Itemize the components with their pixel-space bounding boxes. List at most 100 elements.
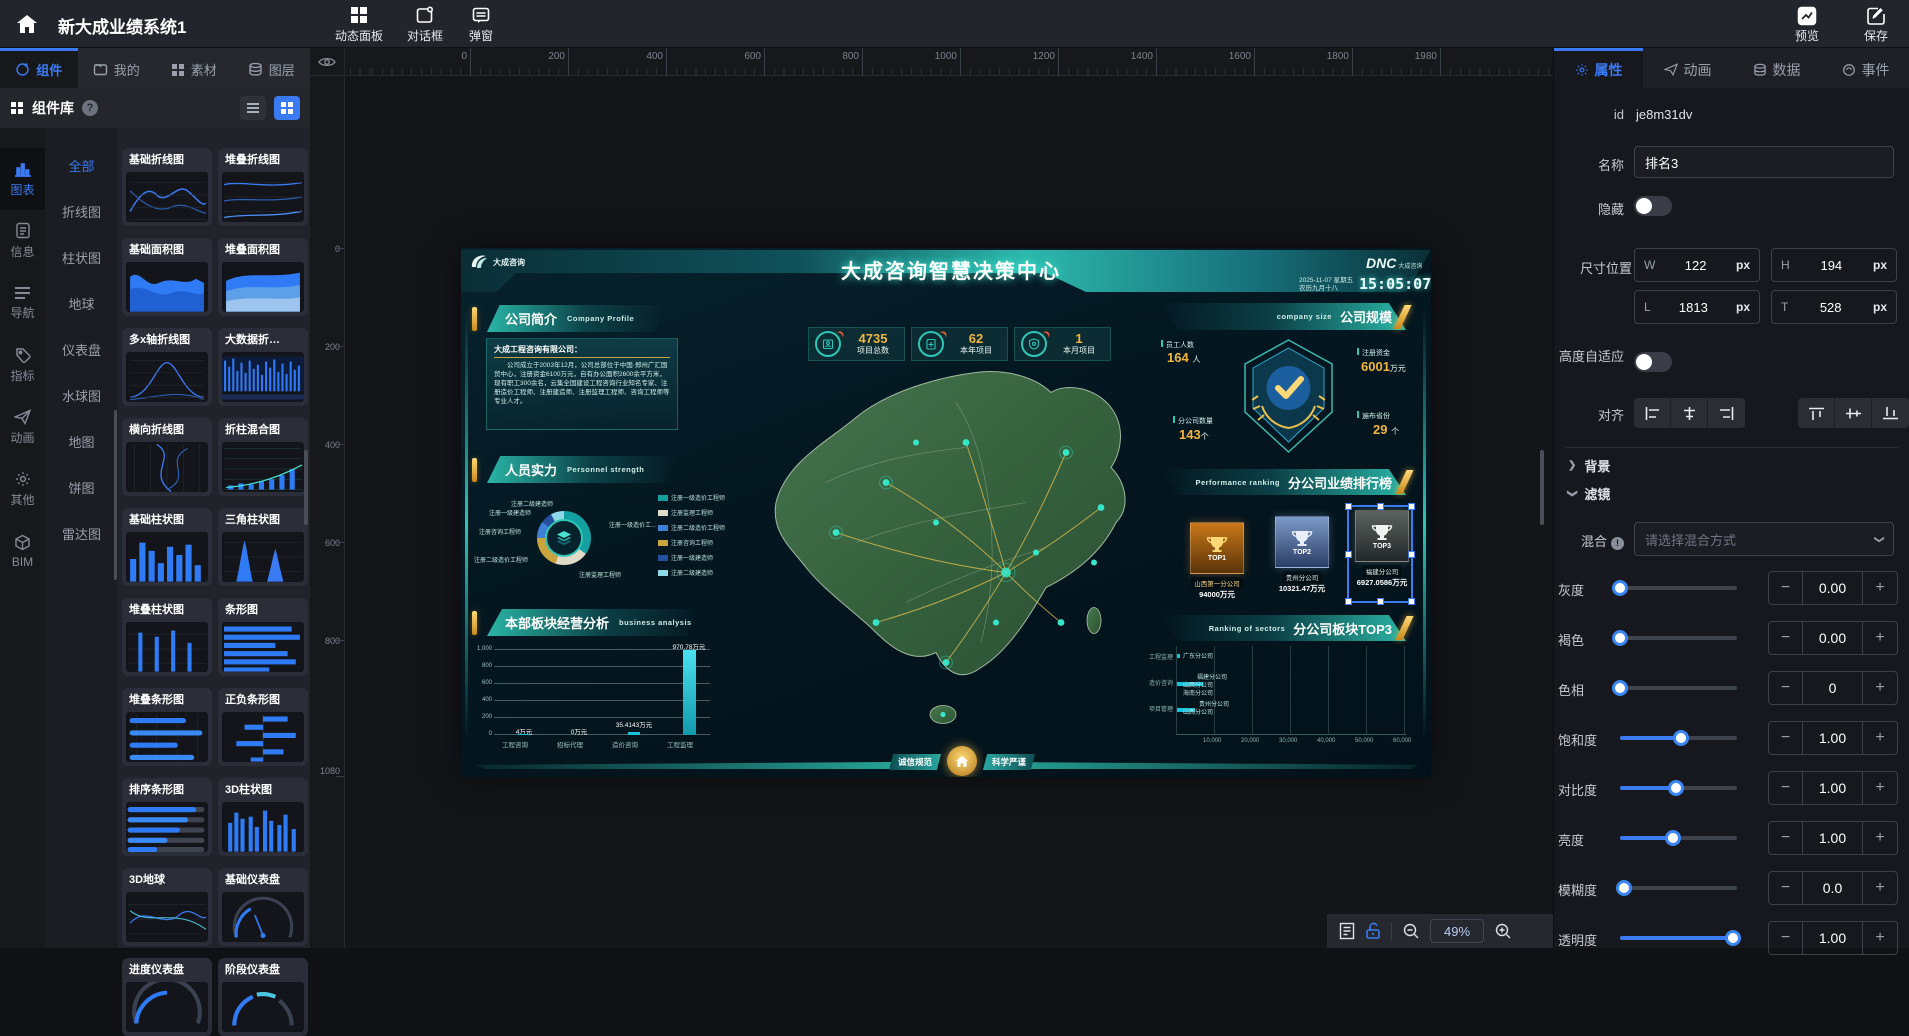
plus-button[interactable]: + — [1863, 572, 1897, 604]
plus-button[interactable]: + — [1863, 622, 1897, 654]
minus-button[interactable]: − — [1769, 622, 1803, 654]
plus-button[interactable]: + — [1863, 922, 1897, 954]
unlock-icon[interactable] — [1365, 922, 1381, 940]
plus-button[interactable]: + — [1863, 772, 1897, 804]
list-view-button[interactable] — [240, 96, 266, 120]
zoom-in-icon[interactable] — [1494, 922, 1512, 940]
align-right-button[interactable] — [1708, 398, 1745, 428]
component-scrollbar[interactable] — [304, 450, 308, 525]
component-card[interactable]: 基础折线图 — [122, 148, 212, 226]
component-card[interactable]: 3D地球 — [122, 868, 212, 946]
rail-item-info[interactable]: 信息 — [0, 210, 45, 272]
cat-liquid[interactable]: 水球图 — [45, 372, 118, 418]
cat-globe[interactable]: 地球 — [45, 280, 118, 326]
saturation-slider[interactable] — [1620, 736, 1737, 740]
tab-events[interactable]: 事件 — [1821, 48, 1909, 88]
rail-item-indicator[interactable]: 指标 — [0, 334, 45, 396]
rail-item-other[interactable]: 其他 — [0, 458, 45, 520]
component-card[interactable]: 基础柱状图 — [122, 508, 212, 586]
width-input[interactable]: W122px — [1634, 248, 1760, 282]
align-top-button[interactable] — [1798, 398, 1835, 428]
component-card[interactable]: 基础仪表盘 — [218, 868, 308, 946]
left-input[interactable]: L1813px — [1634, 290, 1760, 324]
tab-components[interactable]: 组件 — [0, 48, 78, 88]
tab-animation[interactable]: 动画 — [1643, 48, 1732, 88]
rail-item-bim[interactable]: BIM — [0, 520, 45, 582]
resize-handle-se[interactable] — [1408, 598, 1415, 605]
minus-button[interactable]: − — [1769, 872, 1803, 904]
plus-button[interactable]: + — [1863, 822, 1897, 854]
background-section[interactable]: ❯背景 — [1568, 456, 1610, 475]
sepia-slider[interactable] — [1620, 636, 1737, 640]
component-card[interactable]: 折柱混合图 — [218, 418, 308, 496]
resize-handle-n[interactable] — [1377, 503, 1384, 510]
align-bottom-button[interactable] — [1872, 398, 1909, 428]
component-card[interactable]: 堆叠面积图 — [218, 238, 308, 316]
component-card[interactable]: 正负条形图 — [218, 688, 308, 766]
rail-item-animation[interactable]: 动画 — [0, 396, 45, 458]
plus-button[interactable]: + — [1863, 722, 1897, 754]
component-card[interactable]: 基础面积图 — [122, 238, 212, 316]
component-card[interactable]: 堆叠折线图 — [218, 148, 308, 226]
zoom-out-icon[interactable] — [1402, 922, 1420, 940]
contrast-slider[interactable] — [1620, 786, 1737, 790]
cat-pie[interactable]: 饼图 — [45, 464, 118, 510]
help-icon[interactable]: ? — [82, 100, 98, 116]
brightness-slider[interactable] — [1620, 836, 1737, 840]
component-card[interactable]: 大数据折… — [218, 328, 308, 406]
resize-handle-s[interactable] — [1377, 598, 1384, 605]
name-input[interactable] — [1634, 146, 1894, 178]
minus-button[interactable]: − — [1769, 572, 1803, 604]
rail-item-charts[interactable]: 图表 — [0, 148, 45, 210]
blur-slider[interactable] — [1620, 886, 1737, 890]
minus-button[interactable]: − — [1769, 822, 1803, 854]
tab-layers[interactable]: 图层 — [233, 48, 311, 88]
top-input[interactable]: T528px — [1771, 290, 1897, 324]
minus-button[interactable]: − — [1769, 772, 1803, 804]
hue-slider[interactable] — [1620, 686, 1737, 690]
align-middle-button[interactable] — [1835, 398, 1872, 428]
category-scrollbar[interactable] — [114, 410, 117, 580]
dialog-button[interactable]: 对话框 — [396, 6, 454, 44]
hide-toggle[interactable] — [1634, 196, 1672, 216]
tab-mine[interactable]: 我的 — [78, 48, 156, 88]
component-card[interactable]: 三角柱状图 — [218, 508, 308, 586]
filter-section[interactable]: ❯滤镜 — [1568, 484, 1610, 503]
plus-button[interactable]: + — [1863, 672, 1897, 704]
component-card[interactable]: 堆叠柱状图 — [122, 598, 212, 676]
resize-handle-ne[interactable] — [1408, 503, 1415, 510]
cat-line[interactable]: 折线图 — [45, 188, 118, 234]
gray-slider[interactable] — [1620, 586, 1737, 590]
tab-assets[interactable]: 素材 — [155, 48, 233, 88]
popup-button[interactable]: 弹窗 — [452, 6, 510, 44]
component-card[interactable]: 排序条形图 — [122, 778, 212, 856]
autoheight-toggle[interactable] — [1634, 352, 1672, 372]
component-card[interactable]: 堆叠条形图 — [122, 688, 212, 766]
opacity-slider[interactable] — [1620, 936, 1737, 940]
cat-gauge[interactable]: 仪表盘 — [45, 326, 118, 372]
resize-handle-nw[interactable] — [1345, 503, 1352, 510]
component-card[interactable]: 3D柱状图 — [218, 778, 308, 856]
selection-box[interactable] — [1347, 505, 1413, 603]
resize-handle-w[interactable] — [1345, 551, 1352, 558]
canvas-vertical-scrollbar[interactable] — [1540, 450, 1544, 525]
cat-map[interactable]: 地图 — [45, 418, 118, 464]
component-card[interactable]: 横向折线图 — [122, 418, 212, 496]
home-icon[interactable] — [16, 14, 38, 34]
resize-handle-sw[interactable] — [1345, 598, 1352, 605]
cat-all[interactable]: 全部 — [45, 142, 118, 188]
eye-icon[interactable] — [310, 48, 345, 76]
save-button[interactable]: 保存 — [1847, 6, 1905, 44]
align-center-h-button[interactable] — [1671, 398, 1708, 428]
tab-properties[interactable]: 属性 — [1554, 48, 1643, 88]
blend-select[interactable]: 请选择混合方式 ❯ — [1634, 522, 1894, 556]
component-card[interactable]: 多x轴折线图 — [122, 328, 212, 406]
minus-button[interactable]: − — [1769, 672, 1803, 704]
grid-view-button[interactable] — [274, 96, 300, 120]
height-input[interactable]: H194px — [1771, 248, 1897, 282]
rail-item-nav[interactable]: 导航 — [0, 272, 45, 334]
plus-button[interactable]: + — [1863, 872, 1897, 904]
component-card[interactable]: 进度仪表盘 — [122, 958, 212, 1036]
dashboard-artboard[interactable]: 大成咨询智慧决策中心 大成咨询 DNC 大成咨询 2025-11-07 星期五农… — [461, 248, 1431, 777]
cat-radar[interactable]: 雷达图 — [45, 510, 118, 556]
